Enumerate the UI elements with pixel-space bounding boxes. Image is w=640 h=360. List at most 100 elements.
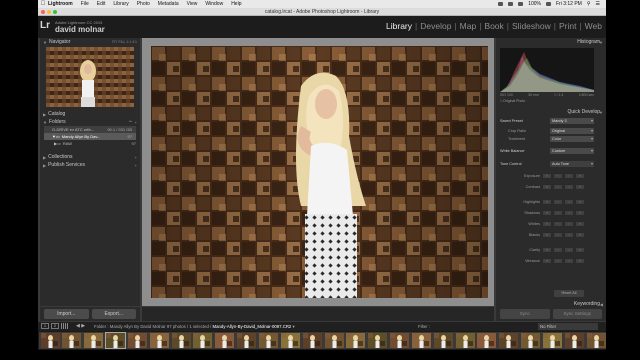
decrease-large-button[interactable]: « — [542, 232, 552, 238]
status-icon[interactable] — [498, 2, 504, 6]
filmstrip-thumbnail[interactable] — [519, 332, 542, 349]
folder-item-selected[interactable]: ▼▭ Mandy Allyn By Dav... 97 — [44, 133, 136, 140]
filmstrip-thumbnail[interactable] — [344, 332, 367, 349]
dropbox-icon[interactable] — [508, 2, 514, 6]
increase-button[interactable]: › — [564, 173, 574, 179]
menubar-clock[interactable]: Fri 3:12 PM — [556, 1, 582, 7]
battery-icon[interactable] — [546, 2, 551, 6]
filmstrip-thumbnail[interactable] — [279, 332, 302, 349]
battery-percent[interactable]: 100% — [528, 1, 541, 7]
increase-button[interactable]: › — [564, 258, 574, 264]
module-slideshow[interactable]: Slideshow — [510, 21, 553, 31]
publish-services-header[interactable]: ▶ Publish Services + — [40, 161, 140, 169]
increase-button[interactable]: › — [564, 210, 574, 216]
decrease-button[interactable]: ‹ — [553, 184, 563, 190]
module-print[interactable]: Print — [557, 21, 578, 31]
menu-window[interactable]: Window — [205, 1, 223, 7]
increase-large-button[interactable]: » — [575, 247, 585, 253]
add-publish-service-icon[interactable]: + — [135, 163, 137, 168]
decrease-large-button[interactable]: « — [542, 247, 552, 253]
menu-lightroom[interactable]: Lightroom — [48, 1, 73, 7]
filmstrip-thumbnail[interactable] — [257, 332, 280, 349]
main-photo[interactable] — [151, 46, 488, 298]
filmstrip-thumbnail[interactable] — [170, 332, 193, 349]
module-web[interactable]: Web — [583, 21, 604, 31]
filmstrip-thumbnail[interactable] — [82, 332, 105, 349]
increase-large-button[interactable]: » — [575, 258, 585, 264]
filmstrip-nav-arrows[interactable]: ◀ ▶ — [76, 323, 85, 329]
menu-help[interactable]: Help — [231, 1, 241, 7]
filmstrip-thumbnail[interactable] — [454, 332, 477, 349]
filmstrip[interactable] — [38, 331, 606, 350]
grid-view-icon[interactable] — [61, 323, 68, 329]
notification-center-icon[interactable]: ☰ — [596, 1, 600, 7]
module-book[interactable]: Book — [482, 21, 505, 31]
increase-large-button[interactable]: » — [575, 232, 585, 238]
filmstrip-thumbnail[interactable] — [475, 332, 498, 349]
menu-library[interactable]: Library — [113, 1, 128, 7]
add-collection-icon[interactable]: + — [135, 155, 137, 160]
navigator-zoom-levels[interactable]: FIT FILL 1:1 4:1 — [112, 38, 137, 46]
decrease-button[interactable]: ‹ — [553, 258, 563, 264]
original-photo-toggle[interactable]: □ Original Photo — [500, 99, 525, 103]
decrease-button[interactable]: ‹ — [553, 173, 563, 179]
saved-preset-select[interactable]: Mandy 3 — [550, 118, 594, 124]
filmstrip-thumbnail[interactable] — [432, 332, 455, 349]
menu-file[interactable]: File — [81, 1, 89, 7]
decrease-button[interactable]: ‹ — [553, 232, 563, 238]
decrease-button[interactable]: ‹ — [553, 221, 563, 227]
decrease-button[interactable]: ‹ — [553, 210, 563, 216]
decrease-large-button[interactable]: « — [542, 199, 552, 205]
import-button[interactable]: Import... — [44, 309, 89, 319]
filmstrip-thumbnail[interactable] — [126, 332, 149, 349]
increase-button[interactable]: › — [564, 199, 574, 205]
increase-large-button[interactable]: » — [575, 199, 585, 205]
filmstrip-thumbnail[interactable] — [585, 332, 606, 349]
add-icon[interactable]: + — [135, 120, 137, 125]
close-window-button[interactable] — [41, 10, 45, 14]
decrease-button[interactable]: ‹ — [553, 247, 563, 253]
increase-button[interactable]: › — [564, 232, 574, 238]
filmstrip-thumbnail[interactable] — [410, 332, 433, 349]
zoom-window-button[interactable] — [53, 10, 57, 14]
filmstrip-thumbnail[interactable] — [60, 332, 83, 349]
increase-button[interactable]: › — [564, 221, 574, 227]
navigator-header[interactable]: ▼ Navigator FIT FILL 1:1 4:1 — [40, 38, 140, 46]
sync-button[interactable]: Sync — [500, 309, 550, 319]
reset-all-button[interactable]: Reset All — [554, 290, 584, 297]
wifi-icon[interactable] — [518, 2, 524, 6]
module-map[interactable]: Map — [458, 21, 479, 31]
spotlight-icon[interactable]: ⚲ — [587, 1, 591, 7]
white-balance-select[interactable]: Custom — [550, 148, 594, 154]
increase-large-button[interactable]: » — [575, 184, 585, 190]
decrease-button[interactable]: ‹ — [553, 199, 563, 205]
filmstrip-thumbnail[interactable] — [39, 332, 61, 349]
treatment-select[interactable]: Color — [550, 136, 594, 142]
filmstrip-thumbnail[interactable] — [301, 332, 324, 349]
increase-large-button[interactable]: » — [575, 173, 585, 179]
decrease-large-button[interactable]: « — [542, 221, 552, 227]
increase-large-button[interactable]: » — [575, 210, 585, 216]
subfolder-item[interactable]: ▶▭ RAW 97 — [40, 140, 140, 147]
decrease-large-button[interactable]: « — [542, 210, 552, 216]
loupe-view[interactable] — [142, 38, 494, 306]
filmstrip-thumbnail[interactable] — [541, 332, 564, 349]
sync-settings-button[interactable]: Sync Settings — [552, 309, 602, 319]
increase-button[interactable]: › — [564, 184, 574, 190]
decrease-large-button[interactable]: « — [542, 173, 552, 179]
auto-tone-button[interactable]: Auto Tone — [550, 161, 594, 167]
apple-menu-icon[interactable]:  — [38, 1, 48, 7]
filmstrip-thumbnail[interactable] — [497, 332, 520, 349]
crop-ratio-select[interactable]: Original — [550, 128, 594, 134]
filmstrip-thumbnail[interactable] — [323, 332, 345, 349]
filmstrip-thumbnail[interactable] — [366, 332, 389, 349]
filmstrip-source[interactable]: Folder : Mandy Allyn By David Molnar 97 … — [94, 324, 295, 330]
menu-edit[interactable]: Edit — [97, 1, 106, 7]
export-button[interactable]: Export... — [91, 309, 136, 319]
increase-large-button[interactable]: » — [575, 221, 585, 227]
increase-button[interactable]: › — [564, 247, 574, 253]
module-develop[interactable]: Develop — [418, 21, 453, 31]
minimize-window-button[interactable] — [47, 10, 51, 14]
collections-header[interactable]: ▶ Collections + — [40, 153, 140, 161]
filmstrip-thumbnail[interactable] — [148, 332, 171, 349]
